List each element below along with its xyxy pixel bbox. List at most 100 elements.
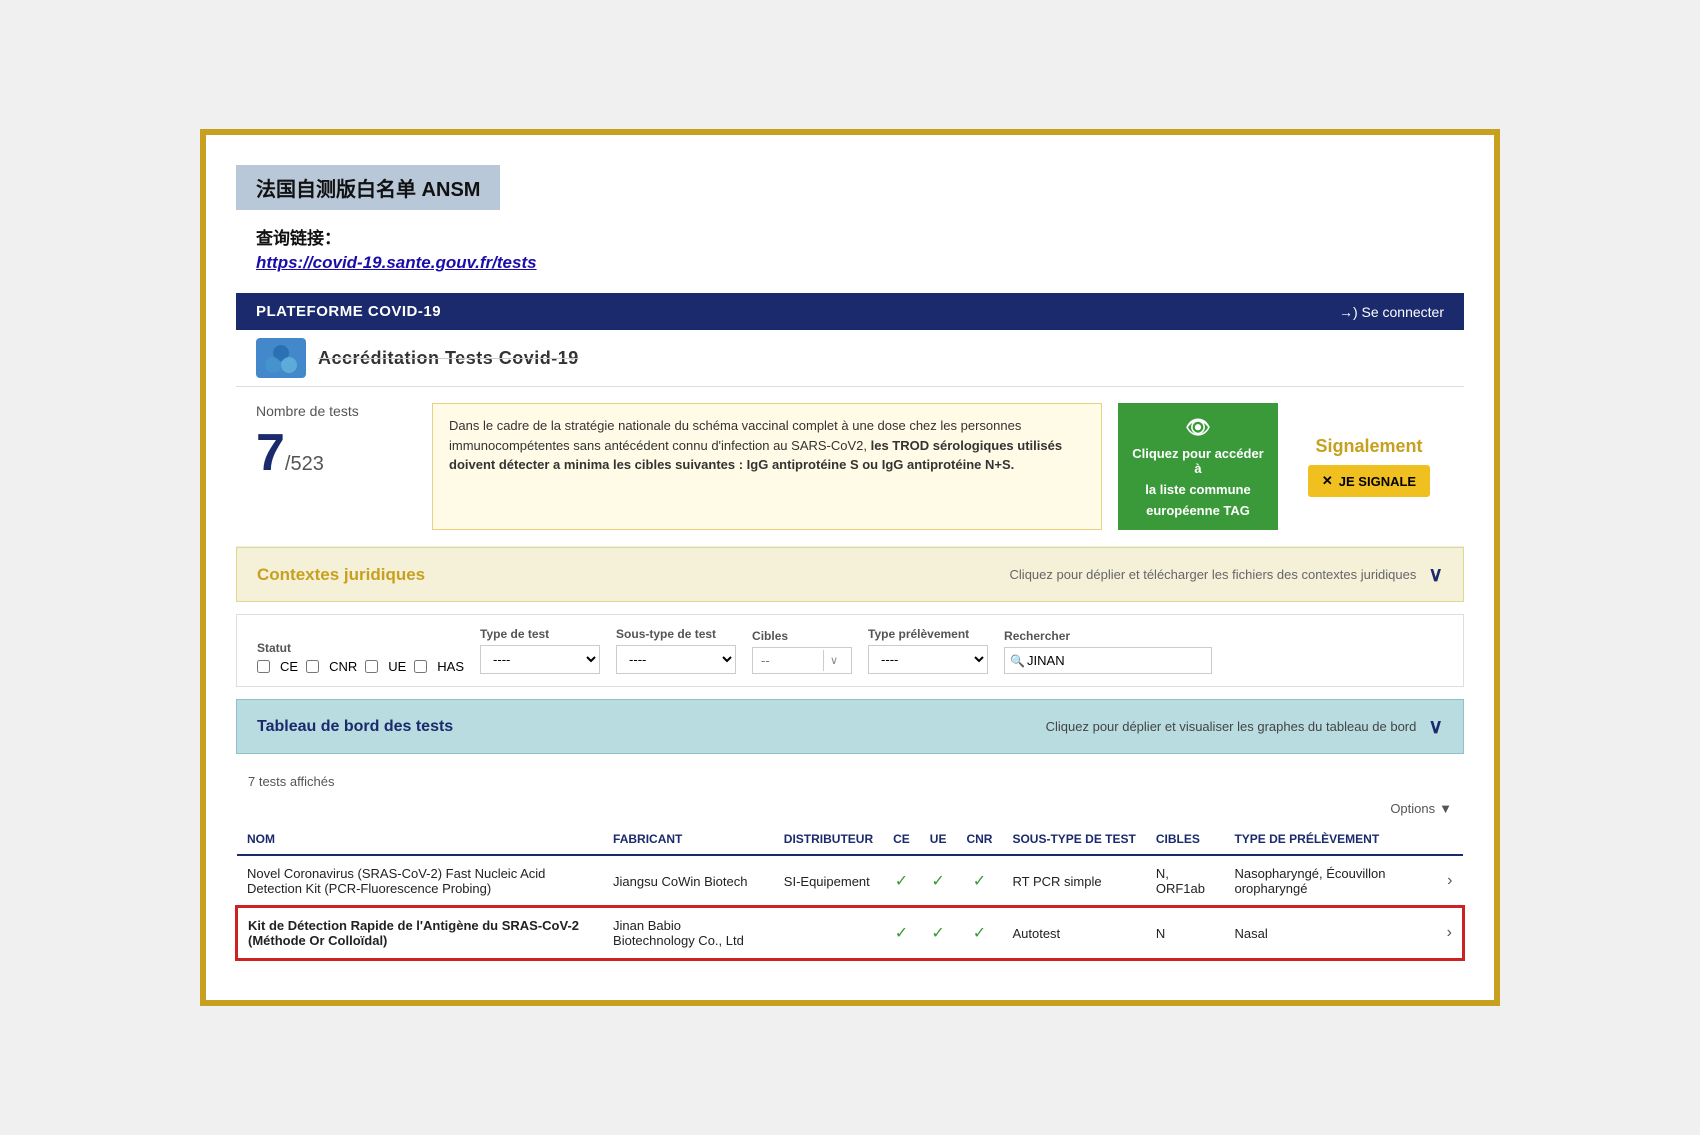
cell-fabricant: Jinan Babio Biotechnology Co., Ltd <box>603 907 774 959</box>
tableau-right: Cliquez pour déplier et visualiser les g… <box>1046 714 1443 739</box>
row-arrow-icon[interactable]: › <box>1447 872 1452 889</box>
filter-rechercher: Rechercher 🔍 <box>1004 629 1212 674</box>
cell-arrow[interactable]: › <box>1437 907 1463 959</box>
sous-type-select[interactable]: ---- <box>616 645 736 674</box>
filter-sous-type: Sous-type de test ---- <box>616 627 736 674</box>
cell-sous-type: Autotest <box>1002 907 1145 959</box>
title-box: 法国自测版白名单 ANSM <box>236 165 500 210</box>
tests-table: NOM FABRICANT DISTRIBUTEUR CE UE CNR SOU… <box>236 824 1464 960</box>
col-ue: UE <box>920 824 957 855</box>
tableau-title: Tableau de bord des tests <box>257 718 453 736</box>
green-btn-line3: européenne TAG <box>1146 503 1250 518</box>
cell-cnr: ✓ <box>956 907 1002 959</box>
contextes-info: Cliquez pour déplier et télécharger les … <box>1010 567 1417 582</box>
col-nom: NOM <box>237 824 603 855</box>
search-wrapper: 🔍 <box>1004 647 1212 674</box>
type-test-select[interactable]: ---- <box>480 645 600 674</box>
col-sous-type: SOUS-TYPE DE TEST <box>1002 824 1145 855</box>
filter-cibles: Cibles ∨ <box>752 629 852 674</box>
col-ce: CE <box>883 824 920 855</box>
table-row: Kit de Détection Rapide de l'Antigène du… <box>237 907 1463 959</box>
query-link[interactable]: https://covid-19.sante.gouv.fr/tests <box>256 253 537 272</box>
signalement-button[interactable]: ✕ JE SIGNALE <box>1308 465 1430 497</box>
col-fabricant: FABRICANT <box>603 824 774 855</box>
green-btn-line2: la liste commune <box>1145 482 1250 497</box>
type-prelevement-label: Type prélèvement <box>868 627 988 641</box>
filter-row: Statut CE CNR UE HAS Type de test ---- S… <box>236 614 1464 687</box>
options-label: Options <box>1390 801 1435 816</box>
ue-checkbox[interactable] <box>365 660 378 673</box>
search-input[interactable] <box>1004 647 1212 674</box>
ce-checkbox[interactable] <box>257 660 270 673</box>
contextes-bar[interactable]: Contextes juridiques Cliquez pour déplie… <box>236 547 1464 602</box>
cell-sous-type: RT PCR simple <box>1002 855 1145 907</box>
cell-nom: Novel Coronavirus (SRAS-CoV-2) Fast Nucl… <box>237 855 603 907</box>
table-row: Novel Coronavirus (SRAS-CoV-2) Fast Nucl… <box>237 855 1463 907</box>
cell-cibles: N <box>1146 907 1225 959</box>
type-prelevement-select[interactable]: ---- <box>868 645 988 674</box>
stats-count-value: 7/523 <box>256 423 416 483</box>
cell-cibles: N, ORF1ab <box>1146 855 1225 907</box>
cell-type-prelevement: Nasal <box>1224 907 1436 959</box>
logo-subtitle: Accréditation Tests Covid-19 <box>318 348 579 369</box>
check-icon: ✓ <box>931 873 944 890</box>
query-label: 查询链接： <box>256 224 1464 249</box>
cibles-wrapper: ∨ <box>752 647 852 674</box>
tableau-chevron-icon[interactable]: ∨ <box>1428 714 1443 739</box>
col-distributeur: DISTRIBUTEUR <box>774 824 883 855</box>
header-section: 法国自测版白名单 ANSM 查询链接： https://covid-19.san… <box>236 165 1464 273</box>
stats-row: Nombre de tests 7/523 Dans le cadre de l… <box>236 387 1464 547</box>
contextes-right: Cliquez pour déplier et télécharger les … <box>1010 562 1443 587</box>
ue-label: UE <box>388 659 406 674</box>
cell-cnr: ✓ <box>956 855 1002 907</box>
statut-checkboxes: CE CNR UE HAS <box>257 659 464 674</box>
cnr-label: CNR <box>329 659 357 674</box>
check-icon: ✓ <box>895 925 908 942</box>
statut-label: Statut <box>257 641 464 655</box>
sous-type-label: Sous-type de test <box>616 627 736 641</box>
tableau-bar[interactable]: Tableau de bord des tests Cliquez pour d… <box>236 699 1464 754</box>
cnr-checkbox[interactable] <box>306 660 319 673</box>
search-icon: 🔍 <box>1010 654 1025 668</box>
stats-number: 7 <box>256 424 285 482</box>
check-icon: ✓ <box>895 873 908 890</box>
logo-icon <box>256 338 306 378</box>
stats-green-button[interactable]: 👁 Cliquez pour accéder à la liste commun… <box>1118 403 1278 530</box>
cell-distributeur <box>774 907 883 959</box>
cell-ce: ✓ <box>883 907 920 959</box>
col-cnr: CNR <box>956 824 1002 855</box>
ce-label: CE <box>280 659 298 674</box>
tests-count: 7 tests affichés <box>236 766 1464 797</box>
cibles-label: Cibles <box>752 629 852 643</box>
filter-statut: Statut CE CNR UE HAS <box>257 641 464 674</box>
logo-bar: Accréditation Tests Covid-19 <box>236 330 1464 387</box>
cell-type-prelevement: Nasopharyngé, Écouvillon oropharyngé <box>1224 855 1436 907</box>
stats-count-label: Nombre de tests <box>256 403 416 419</box>
check-icon: ✓ <box>973 873 986 890</box>
col-cibles: CIBLES <box>1146 824 1225 855</box>
options-row: Options ▼ <box>236 797 1464 820</box>
query-section: 查询链接： https://covid-19.sante.gouv.fr/tes… <box>256 224 1464 273</box>
check-icon: ✓ <box>973 925 986 942</box>
has-label: HAS <box>437 659 464 674</box>
stats-count: Nombre de tests 7/523 <box>256 403 416 530</box>
col-type-prelevement: TYPE DE PRÉLÈVEMENT <box>1224 824 1436 855</box>
options-button[interactable]: Options ▼ <box>1390 801 1452 816</box>
cibles-chevron-icon[interactable]: ∨ <box>823 650 844 671</box>
signalement-icon: ✕ <box>1322 473 1333 489</box>
check-icon: ✓ <box>931 925 944 942</box>
row-arrow-icon[interactable]: › <box>1447 924 1452 941</box>
green-btn-line1: Cliquez pour accéder à <box>1130 446 1266 476</box>
page-title: 法国自测版白名单 ANSM <box>256 179 480 201</box>
signalement-section: Signalement ✕ JE SIGNALE <box>1294 403 1444 530</box>
contextes-title: Contextes juridiques <box>257 565 425 585</box>
chevron-down-icon[interactable]: ∨ <box>1428 562 1443 587</box>
cell-nom: Kit de Détection Rapide de l'Antigène du… <box>237 907 603 959</box>
nav-login[interactable]: →) Se connecter <box>1339 304 1444 320</box>
cell-ce: ✓ <box>883 855 920 907</box>
cibles-input[interactable] <box>753 648 823 673</box>
cell-arrow[interactable]: › <box>1437 855 1463 907</box>
type-test-label: Type de test <box>480 627 600 641</box>
cell-distributeur: SI-Equipement <box>774 855 883 907</box>
has-checkbox[interactable] <box>414 660 427 673</box>
